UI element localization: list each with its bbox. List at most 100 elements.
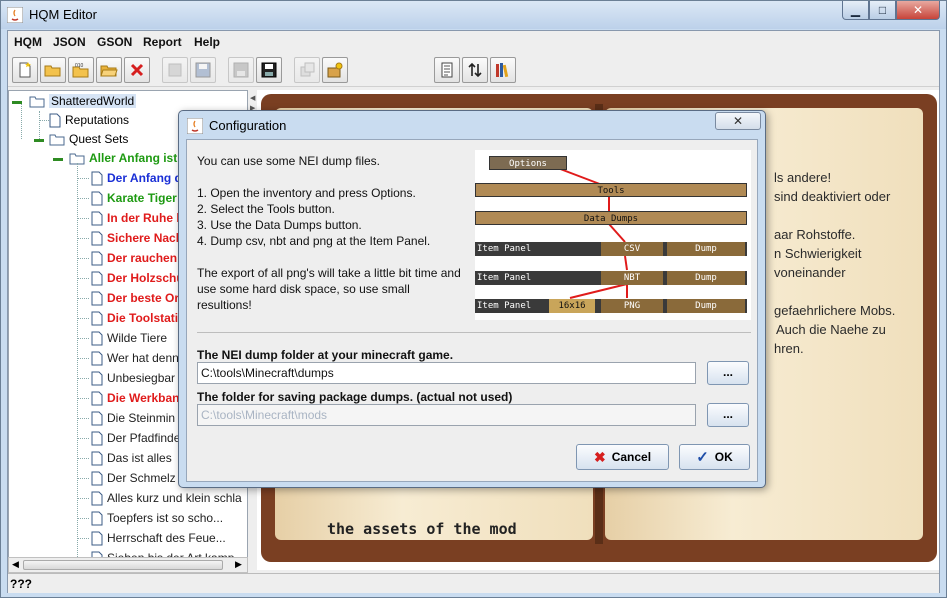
tree-quest-item[interactable]: Der beste Or	[91, 289, 179, 307]
minimize-button[interactable]: ▁	[842, 1, 869, 20]
tree-quest-item[interactable]: Der Pfadfinde	[91, 429, 180, 447]
open-folder-button[interactable]	[96, 57, 122, 83]
tree-quest-item[interactable]: Unbesiegbar	[91, 369, 175, 387]
open-button[interactable]	[40, 57, 66, 83]
tree-quest-label: Wilde Tiere	[107, 331, 168, 345]
document-icon	[441, 62, 453, 78]
sort-arrows-icon	[468, 62, 482, 78]
tree-quest-item[interactable]: Der Schmelz	[91, 469, 176, 487]
book-line: hren.	[774, 341, 804, 356]
file-icon	[91, 311, 103, 326]
menu-help[interactable]: Help	[194, 35, 220, 49]
menu-hqm[interactable]: HQM	[14, 35, 42, 49]
menu-gson[interactable]: GSON	[97, 35, 132, 49]
scroll-thumb[interactable]	[23, 560, 223, 570]
tree-quest-item[interactable]: Die Toolstati	[91, 309, 178, 327]
tree-label-quest-sets: Quest Sets	[69, 132, 129, 146]
file-icon	[91, 391, 103, 406]
tree-quest-item[interactable]: Alles kurz und klein schla	[91, 489, 242, 507]
toolbar: 010	[8, 53, 939, 87]
ok-button[interactable]: ✓ OK	[679, 444, 750, 470]
folder-icon	[49, 134, 65, 146]
tree-quest-item[interactable]: Karate Tiger	[91, 189, 177, 207]
mc-options-button: Options	[489, 156, 567, 170]
nei-folder-label: The NEI dump folder at your minecraft ga…	[197, 348, 454, 362]
collapse-handle-set[interactable]	[53, 158, 63, 161]
divider-left-arrow-icon[interactable]: ◀	[250, 95, 256, 102]
tree-quest-item[interactable]: In der Ruhe l	[91, 209, 180, 227]
tree-quest-item[interactable]: Die Steinmin	[91, 409, 175, 427]
tree-quest-item[interactable]: Toepfers ist so scho...	[91, 509, 223, 527]
tree-quest-label: Unbesiegbar	[107, 371, 176, 385]
cancel-button[interactable]: ✖ Cancel	[576, 444, 669, 470]
mc-dump-button: Dump	[667, 299, 745, 313]
document-button[interactable]	[434, 57, 460, 83]
disabled-tool-1[interactable]	[162, 57, 188, 83]
nei-folder-input[interactable]: C:\tools\Minecraft\dumps	[197, 362, 696, 384]
file-icon	[91, 451, 103, 466]
save-disabled-button[interactable]	[228, 57, 254, 83]
scroll-left-icon[interactable]: ◀	[12, 559, 19, 570]
save-as-button[interactable]	[190, 57, 216, 83]
window-title: HQM Editor	[29, 7, 97, 22]
tree-node-quest-sets[interactable]: Quest Sets	[49, 130, 128, 148]
save-button[interactable]	[256, 57, 282, 83]
book-line: sind deaktiviert oder	[774, 189, 891, 204]
tree-node-reputations[interactable]: Reputations	[49, 111, 129, 129]
close-button[interactable]: ✕	[896, 1, 940, 20]
tree-quest-label: Toepfers ist so scho...	[107, 511, 224, 525]
tree-label-root: ShatteredWorld	[49, 94, 137, 108]
dialog-body: You can use some NEI dump files. 1. Open…	[186, 139, 758, 482]
collapse-handle-questsets[interactable]	[34, 139, 44, 142]
nei-folder-browse-button[interactable]: ...	[707, 361, 749, 385]
tree-quest-item[interactable]: Wilde Tiere	[91, 329, 167, 347]
tree-quest-item[interactable]: Der Anfang d	[91, 169, 182, 187]
tree-quest-label: Die Steinmin	[107, 411, 176, 425]
tree-quest-label: Der Holzschu	[107, 271, 184, 285]
file-icon	[91, 271, 103, 286]
package-icon	[327, 62, 343, 78]
folder-json-icon: 010	[72, 63, 89, 78]
tree-quest-item[interactable]: Das ist alles	[91, 449, 172, 467]
save-gray-icon	[233, 62, 249, 78]
tree-node-quest-set[interactable]: Aller Anfang ist s	[69, 149, 187, 167]
scroll-right-icon[interactable]: ▶	[235, 559, 242, 570]
mc-item-panel-label: Item Panel	[477, 273, 532, 283]
tree-quest-item[interactable]: Der rauchen	[91, 249, 177, 267]
library-button[interactable]	[490, 57, 516, 83]
dialog-step-4: 4. Dump csv, nbt and png at the Item Pan…	[197, 234, 431, 248]
tree-quest-item[interactable]: Herrschaft des Feue...	[91, 529, 226, 547]
tree-quest-label: Der rauchen	[107, 251, 178, 265]
sort-button[interactable]	[462, 57, 488, 83]
new-button[interactable]	[12, 57, 38, 83]
tree-quest-item[interactable]: Der Holzschu	[91, 269, 184, 287]
tree-quest-item[interactable]: Sichere Nach	[91, 229, 183, 247]
file-icon	[49, 113, 61, 128]
copy-button[interactable]	[294, 57, 320, 83]
floppy-icon	[261, 62, 277, 78]
open-json-button[interactable]: 010	[68, 57, 94, 83]
tree-horizontal-scrollbar[interactable]: ◀ ▶	[8, 557, 248, 573]
mc-dump-button: Dump	[667, 271, 745, 285]
menu-report[interactable]: Report	[143, 35, 182, 49]
cancel-label: Cancel	[611, 450, 652, 464]
book-line: ls andere!	[774, 170, 832, 185]
tree-node-root[interactable]: ShatteredWorld	[29, 92, 137, 110]
title-bar[interactable]: HQM Editor ▁ □ ✕	[1, 1, 946, 29]
package-folder-input[interactable]: C:\tools\Minecraft\mods	[197, 404, 696, 426]
save-icon	[195, 62, 211, 78]
package-button[interactable]	[322, 57, 348, 83]
collapse-handle-root[interactable]	[12, 101, 22, 104]
tree-quest-item[interactable]: Wer hat denn	[91, 349, 179, 367]
dialog-intro: You can use some NEI dump files.	[197, 154, 380, 168]
package-folder-browse-button[interactable]: ...	[707, 403, 749, 427]
tree-quest-item[interactable]: Die Werkban	[91, 389, 179, 407]
dialog-close-button[interactable]: ✕	[715, 112, 761, 130]
file-icon	[91, 411, 103, 426]
delete-button[interactable]	[124, 57, 150, 83]
tree-quest-label: Das ist alles	[107, 451, 172, 465]
mc-item-panel-label: Item Panel	[477, 244, 532, 254]
maximize-button[interactable]: □	[869, 1, 896, 20]
book-line: voneinander	[774, 265, 846, 280]
menu-json[interactable]: JSON	[53, 35, 86, 49]
